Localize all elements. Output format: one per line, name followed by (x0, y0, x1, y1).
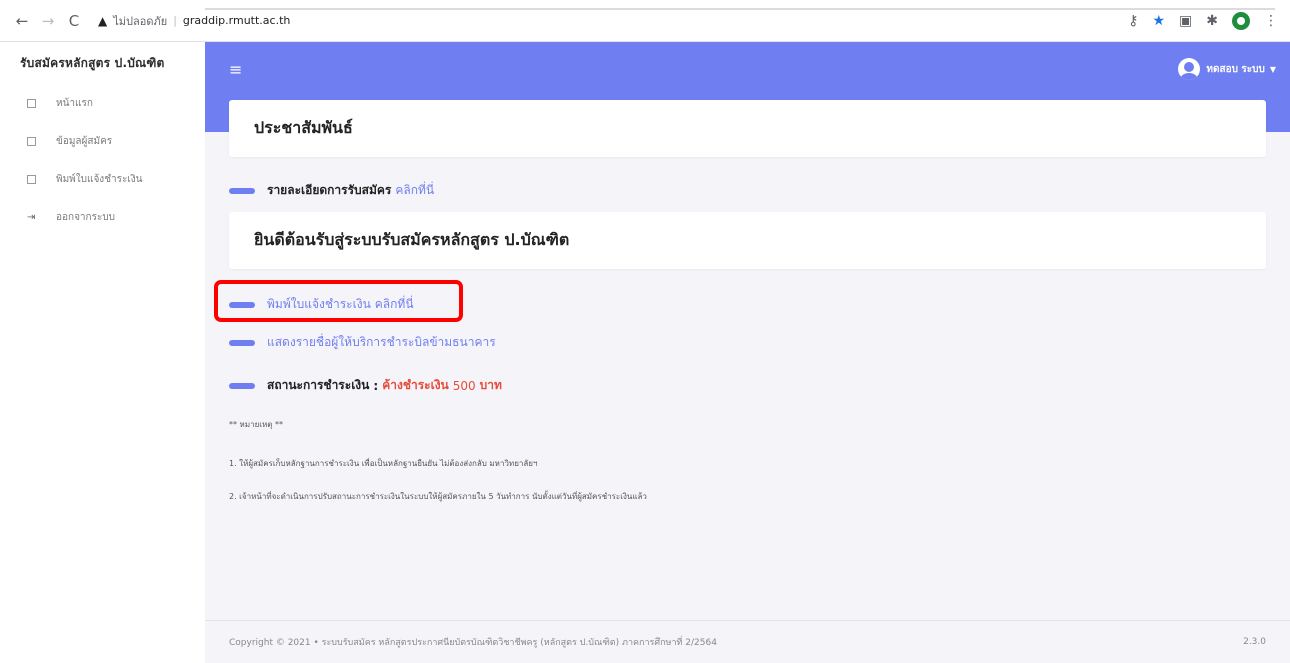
insecure-label: ไม่ปลอดภัย (113, 14, 168, 28)
admission-details-link[interactable]: คลิกที่นี่ (395, 181, 434, 200)
sidebar-brand[interactable]: รับสมัครหลักสูตร ป.บัณฑิต (0, 42, 205, 84)
admission-details-label: รายละเอียดการรับสมัคร (267, 183, 392, 197)
square-icon (27, 174, 36, 184)
welcome-title: ยินดีต้อนรับสู่ระบบรับสมัครหลักสูตร ป.บั… (254, 230, 570, 249)
sidebar-item-applicant-info[interactable]: ข้อมูลผู้สมัคร (0, 122, 205, 160)
sidebar-item-label: พิมพ์ใบแจ้งชำระเงิน (56, 173, 143, 185)
payment-status-colon: : (373, 378, 379, 393)
sidebar-item-home[interactable]: หน้าแรก (0, 84, 205, 122)
print-invoice-row[interactable]: พิมพ์ใบแจ้งชำระเงิน คลิกที่นี่ (229, 295, 414, 314)
forward-arrow-icon[interactable]: → (38, 11, 58, 31)
bullet-pill-icon (229, 339, 255, 346)
main-content: ประชาสัมพันธ์ รายละเอียดการรับสมัคร คลิก… (205, 42, 1290, 663)
bullet-pill-icon (229, 301, 255, 308)
key-icon[interactable]: ⚷ (1128, 13, 1138, 29)
back-arrow-icon[interactable]: ← (12, 11, 32, 31)
note-item: 2. เจ้าหน้าที่จะดำเนินการปรับสถานะการชำร… (229, 492, 647, 501)
browser-menu-icon[interactable]: ⋮ (1264, 13, 1278, 29)
address-bar[interactable]: ▲ ไม่ปลอดภัย | graddip.rmutt.ac.th (98, 8, 290, 34)
extensions-puzzle-icon[interactable]: ✱ (1206, 13, 1218, 29)
address-separator: | (173, 14, 177, 27)
payment-amount: 500 (452, 378, 476, 393)
payment-status-row: สถานะการชำระเงิน : ค้างชำระเงิน 500 บาท (229, 376, 502, 395)
square-icon (27, 98, 36, 108)
profile-avatar-icon[interactable] (1232, 11, 1250, 30)
url-text: graddip.rmutt.ac.th (182, 14, 291, 27)
bookmark-star-icon[interactable]: ★ (1152, 13, 1165, 29)
notes-header: ** หมายเหตุ ** (229, 420, 284, 429)
bullet-pill-icon (229, 187, 255, 194)
print-invoice-link[interactable]: คลิกที่นี่ (375, 295, 414, 314)
bill-providers-link[interactable]: แสดงรายชื่อผู้ให้บริการชำระบิลข้ามธนาคาร (267, 333, 496, 352)
bill-providers-row[interactable]: แสดงรายชื่อผู้ให้บริการชำระบิลข้ามธนาคาร (229, 333, 496, 352)
sidebar: รับสมัครหลักสูตร ป.บัณฑิต หน้าแรก ข้อมูล… (0, 42, 205, 663)
announcement-title: ประชาสัมพันธ์ (254, 118, 353, 137)
payment-unit: บาท (479, 378, 502, 392)
sidebar-item-label: หน้าแรก (56, 97, 93, 109)
square-icon (27, 136, 36, 146)
payment-status-label: สถานะการชำระเงิน (267, 378, 370, 392)
payment-status-value: ค้างชำระเงิน (382, 378, 449, 392)
sidebar-item-logout[interactable]: ⇥ ออกจากระบบ (0, 198, 205, 236)
admission-details-row: รายละเอียดการรับสมัคร คลิกที่นี่ (229, 181, 434, 200)
print-invoice-label[interactable]: พิมพ์ใบแจ้งชำระเงิน (267, 295, 371, 314)
announcement-card: ประชาสัมพันธ์ (229, 100, 1266, 157)
sign-out-icon: ⇥ (27, 211, 36, 223)
sidebar-item-print-invoice[interactable]: พิมพ์ใบแจ้งชำระเงิน (0, 160, 205, 198)
note-item: 1. ให้ผู้สมัครเก็บหลักฐานการชำระเงิน เพื… (229, 459, 538, 468)
footer-version: 2.3.0 (1243, 637, 1266, 647)
footer-copyright: Copyright © 2021 • ระบบรับสมัคร หลักสูตร… (229, 638, 717, 648)
bullet-pill-icon (229, 382, 255, 389)
extension-square-icon[interactable]: ▣ (1179, 13, 1192, 29)
tab-strip-line (205, 8, 1275, 10)
warning-icon: ▲ (98, 13, 108, 28)
welcome-card: ยินดีต้อนรับสู่ระบบรับสมัครหลักสูตร ป.บั… (229, 212, 1266, 269)
browser-toolbar: ← → C ▲ ไม่ปลอดภัย | graddip.rmutt.ac.th… (0, 0, 1290, 42)
reload-icon[interactable]: C (64, 11, 84, 31)
sidebar-item-label: ข้อมูลผู้สมัคร (56, 135, 113, 147)
footer: Copyright © 2021 • ระบบรับสมัคร หลักสูตร… (205, 620, 1290, 663)
sidebar-item-label: ออกจากระบบ (56, 211, 116, 223)
